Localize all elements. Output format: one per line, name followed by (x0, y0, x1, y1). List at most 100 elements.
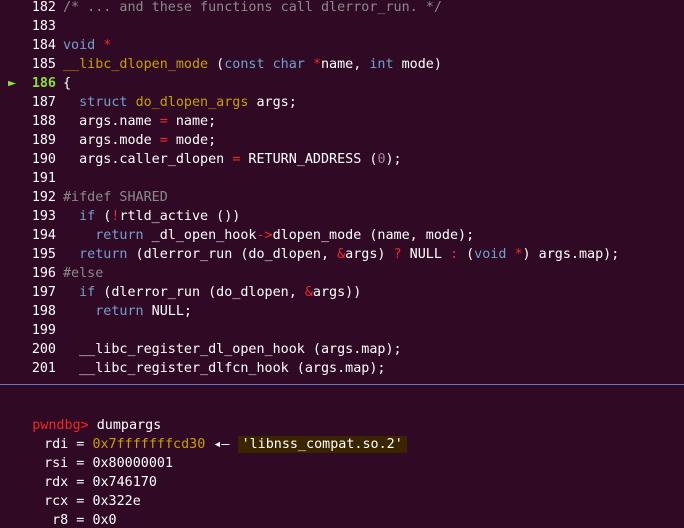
source-line: ► 186{ (0, 74, 71, 93)
line-code: { (63, 76, 71, 91)
source-line: 201 __libc_register_dlfcn_hook (args.map… (0, 359, 386, 378)
code-token: char (272, 57, 305, 72)
code-token: const (224, 57, 265, 72)
code-token: * (514, 247, 523, 262)
source-line: 187 struct do_dlopen_args args; (0, 93, 297, 112)
line-number: 192 (31, 190, 56, 205)
code-token: int (369, 57, 394, 72)
register-row-rcx: rcx = 0x322e (0, 473, 141, 509)
code-token: rtld_active ()) (119, 209, 241, 224)
line-number: 182 (31, 0, 56, 15)
code-token: __libc_register_dl_open_hook (args.map); (63, 342, 402, 357)
current-line-marker-icon: ► (8, 76, 17, 91)
line-code: return _dl_open_hook->dlopen_mode (name,… (63, 228, 474, 243)
line-code: struct do_dlopen_args args; (63, 95, 297, 110)
code-token: __libc_dlopen_mode (63, 57, 209, 72)
line-number: 195 (31, 247, 56, 262)
line-code: __libc_dlopen_mode (const char *name, in… (63, 57, 442, 72)
code-token: ( (458, 247, 475, 262)
code-token: & (337, 247, 346, 262)
source-line: 184 void * (0, 36, 112, 55)
source-line: 188 args.name = name; (0, 112, 216, 131)
code-token: 0 (377, 152, 386, 167)
code-token: name, (321, 57, 370, 72)
line-number: 183 (31, 19, 56, 34)
line-number: 201 (31, 361, 56, 376)
code-token: RETURN_ADDRESS ( (240, 152, 378, 167)
line-number: 196 (31, 266, 56, 281)
line-number: 188 (31, 114, 56, 129)
line-code: __libc_register_dlfcn_hook (args.map); (63, 361, 385, 376)
code-token: /* ... and these functions call dlerror_… (63, 0, 442, 15)
code-token: & (304, 285, 313, 300)
register-row-rsi: rsi = 0x80000001 (0, 435, 173, 471)
code-token: do_dlopen_args (135, 95, 249, 110)
line-code: if (!rtld_active ()) (63, 209, 240, 224)
register-row-r8: r8 = 0x0 (0, 492, 117, 528)
line-number: 193 (31, 209, 56, 224)
code-token: args; (248, 95, 297, 110)
source-line: 200 __libc_register_dl_open_hook (args.m… (0, 340, 402, 359)
code-token: args)) (312, 285, 362, 300)
code-token: #ifdef SHARED (63, 190, 168, 205)
source-line: 194 return _dl_open_hook->dlopen_mode (n… (0, 226, 474, 245)
source-line: 182 /* ... and these functions call dlerr… (0, 0, 442, 17)
code-token: return (95, 304, 144, 319)
register-row-rdx: rdx = 0x746170 (0, 454, 157, 490)
register-row-r9: r9 = 0x0 (0, 511, 117, 528)
code-token: ) args.map); (522, 247, 620, 262)
code-token: void (474, 247, 507, 262)
line-number: 191 (31, 171, 56, 186)
source-line: 196 #else (0, 264, 104, 283)
code-token: NULL; (143, 304, 192, 319)
code-token: #else (63, 266, 104, 281)
register-row-rdi: rdi = 0x7fffffffcd30 ◂— 'libnss_compat.s… (0, 416, 407, 453)
line-code: args.caller_dlopen = RETURN_ADDRESS (0); (63, 152, 402, 167)
line-code: return NULL; (63, 304, 192, 319)
code-token: : (449, 247, 459, 262)
code-token: args) (345, 247, 394, 262)
deref-arrow: ◂— (205, 437, 238, 452)
terminal-window[interactable]: 182 /* ... and these functions call dlerr… (0, 0, 684, 528)
code-token: args.mode (63, 133, 160, 148)
line-number: 184 (31, 38, 56, 53)
line-code: void * (63, 38, 111, 53)
string-value: 'libnss_compat.so.2' (237, 436, 407, 453)
code-token: = (159, 133, 168, 148)
code-token: (dlerror_run (do_dlopen, (95, 285, 305, 300)
line-number: 199 (31, 323, 56, 338)
source-line: 199 (0, 321, 63, 340)
source-line: 198 return NULL; (0, 302, 192, 321)
code-token: { (63, 76, 72, 91)
source-line: 193 if (!rtld_active ()) (0, 207, 241, 226)
code-token: void (63, 38, 96, 53)
line-code: /* ... and these functions call dlerror_… (63, 0, 442, 15)
line-number: 194 (31, 228, 56, 243)
source-line: 191 (0, 169, 63, 188)
line-code: if (dlerror_run (do_dlopen, &args)) (63, 285, 361, 300)
code-token: if (79, 209, 96, 224)
source-line: 190 args.caller_dlopen = RETURN_ADDRESS … (0, 150, 402, 169)
source-line: 197 if (dlerror_run (do_dlopen, &args)) (0, 283, 361, 302)
code-token: args.caller_dlopen (63, 152, 233, 167)
line-number: 185 (31, 57, 56, 72)
pane-divider (0, 384, 684, 385)
line-number: 189 (31, 133, 56, 148)
line-code: #ifdef SHARED (63, 190, 168, 205)
code-token: NULL (401, 247, 450, 262)
source-line: 183 (0, 17, 63, 36)
code-token: args.name (63, 114, 160, 129)
code-token: name; (167, 114, 217, 129)
line-code: __libc_register_dl_open_hook (args.map); (63, 342, 402, 357)
code-token: struct (79, 95, 128, 110)
command-line[interactable]: pwndbg> dumpargs (0, 397, 161, 433)
code-token: * (103, 38, 112, 53)
code-token: = (159, 114, 168, 129)
